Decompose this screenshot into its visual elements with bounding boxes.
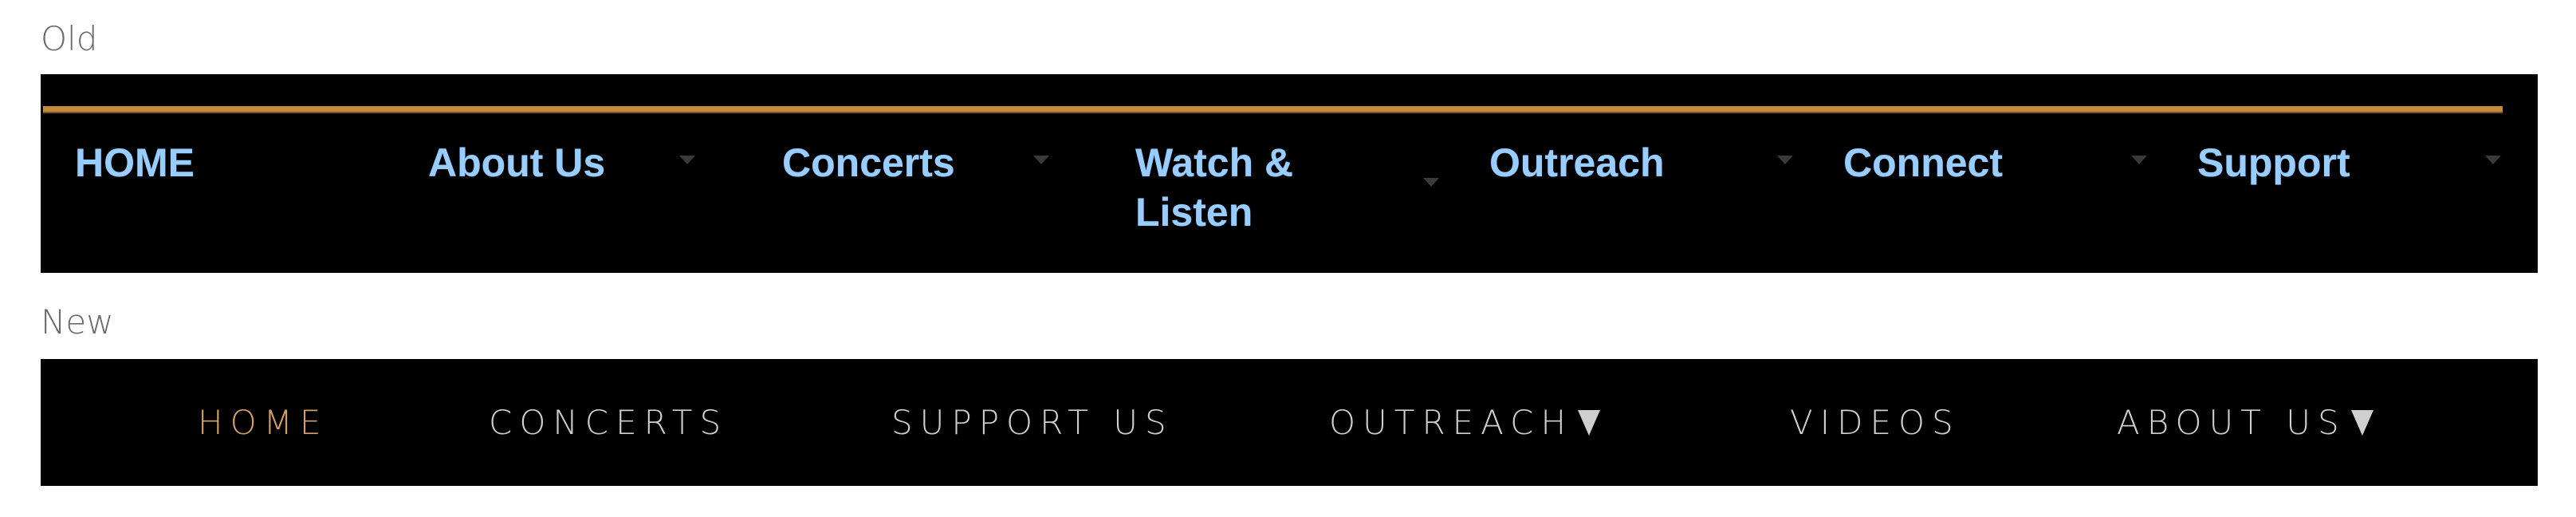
new-nav-label: SUPPORT US (891, 403, 1174, 442)
new-nav-item-home[interactable]: HOME (198, 359, 328, 486)
new-nav-item-videos[interactable]: VIDEOS (1790, 359, 1961, 486)
triangle-down-icon[interactable] (1578, 409, 1601, 436)
old-nav-label: Concerts (782, 140, 955, 185)
chevron-down-icon[interactable] (679, 156, 695, 164)
old-nav-label: Support (2197, 140, 2350, 185)
old-navigation-bar: HOME About Us Concerts Watch & Listen Ou… (41, 74, 2538, 273)
new-nav-item-outreach[interactable]: OUTREACH (1329, 359, 1601, 486)
old-nav-label: About Us (428, 140, 606, 185)
chevron-down-icon[interactable] (1423, 178, 1439, 187)
new-nav-label: VIDEOS (1790, 403, 1961, 442)
new-nav-item-support-us[interactable]: SUPPORT US (891, 359, 1174, 486)
new-caption: New (41, 302, 114, 341)
old-nav-label: Connect (1843, 140, 2003, 185)
gold-divider-line (43, 106, 2503, 113)
new-nav-label: ABOUT US (2117, 403, 2346, 442)
new-nav-label: HOME (198, 403, 328, 442)
new-nav-label: OUTREACH (1329, 403, 1574, 442)
triangle-down-icon[interactable] (2350, 409, 2373, 436)
new-nav-item-concerts[interactable]: CONCERTS (489, 359, 728, 486)
new-nav-item-about-us[interactable]: ABOUT US (2117, 359, 2373, 486)
chevron-down-icon[interactable] (2485, 156, 2501, 164)
old-nav-label: Watch & Listen (1135, 140, 1294, 235)
old-nav-label: HOME (75, 140, 195, 185)
old-nav-label: Outreach (1489, 140, 1665, 185)
chevron-down-icon[interactable] (1033, 156, 1049, 164)
chevron-down-icon[interactable] (2131, 156, 2147, 164)
new-navigation-bar: HOME CONCERTS SUPPORT US OUTREACH VIDEOS… (41, 359, 2538, 486)
chevron-down-icon[interactable] (1777, 156, 1793, 164)
old-caption: Old (41, 19, 98, 58)
new-nav-label: CONCERTS (489, 403, 729, 442)
